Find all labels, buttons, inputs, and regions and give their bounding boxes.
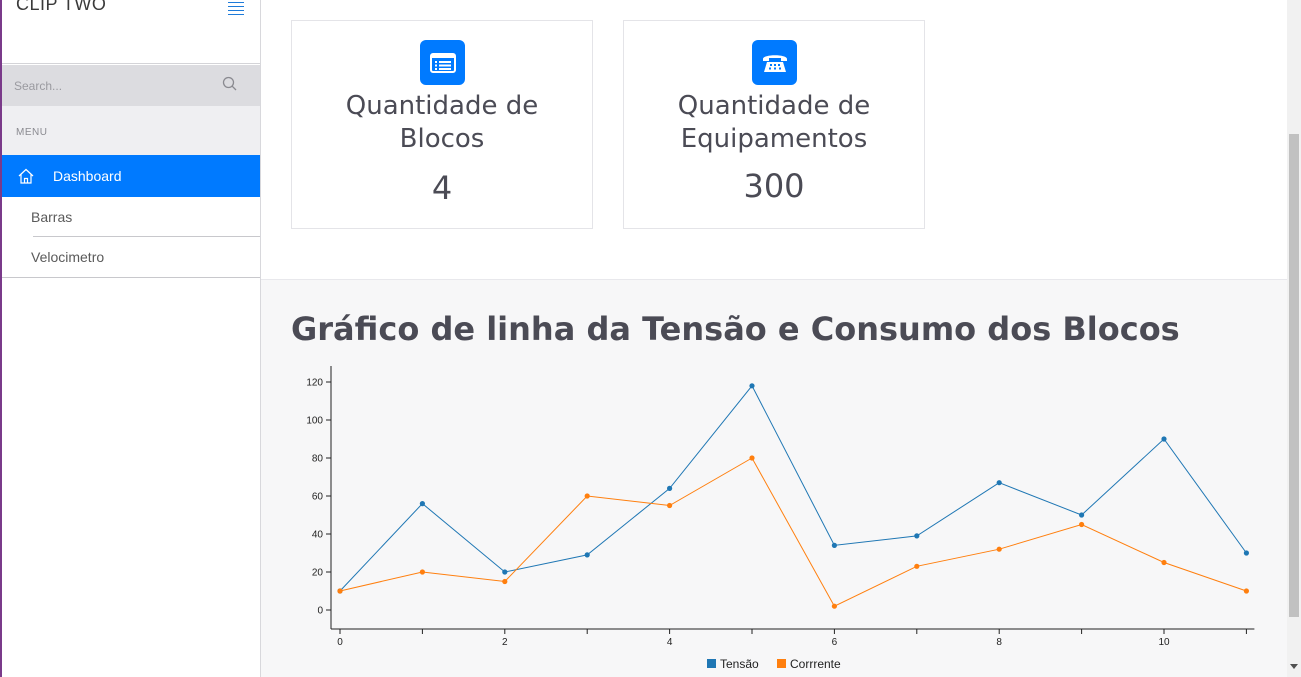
data-point bbox=[584, 552, 590, 558]
y-tick-label: 0 bbox=[317, 606, 323, 617]
card-title: Quantidade de Blocos bbox=[345, 91, 539, 154]
scrollbar[interactable] bbox=[1287, 0, 1301, 677]
legend-swatch bbox=[707, 659, 716, 668]
data-point bbox=[1079, 512, 1085, 518]
data-point bbox=[831, 603, 838, 609]
data-point bbox=[502, 578, 508, 585]
data-point bbox=[1161, 436, 1167, 442]
stat-card-blocos: Quantidade de Blocos 4 bbox=[291, 20, 593, 229]
x-tick-label: 0 bbox=[337, 637, 343, 648]
y-tick-label: 20 bbox=[312, 568, 324, 579]
data-point bbox=[831, 542, 838, 548]
data-point bbox=[502, 569, 508, 575]
data-point bbox=[1161, 559, 1167, 566]
card-title: Quantidade de Equipamentos bbox=[677, 91, 871, 154]
data-point bbox=[914, 563, 920, 569]
line-chart: 0 20 40 60 80 100 120 0 2 4 6 8 10 Tensão Corrrente bbox=[306, 366, 1255, 671]
search-input[interactable] bbox=[14, 76, 214, 96]
data-point bbox=[996, 480, 1002, 486]
legend-label: Tensão bbox=[720, 657, 759, 671]
sidebar-item-label: Dashboard bbox=[53, 168, 122, 184]
series-line-2 bbox=[339, 457, 1247, 607]
search-icon[interactable] bbox=[221, 75, 239, 93]
data-point bbox=[1243, 550, 1249, 556]
telephone-icon bbox=[752, 40, 797, 85]
brand-area: CLIP TWO bbox=[2, 0, 261, 64]
data-point bbox=[749, 455, 755, 461]
x-tick-label: 10 bbox=[1158, 637, 1170, 648]
data-point bbox=[749, 383, 755, 389]
x-tick-label: 6 bbox=[832, 637, 838, 648]
stat-card-equipamentos: Quantidade de Equipamentos 300 bbox=[623, 20, 925, 229]
sidebar-item-label: Velocimetro bbox=[31, 249, 105, 265]
main-content: Quantidade de Blocos 4 Quantidade de Equ… bbox=[261, 0, 1287, 677]
x-tick-label: 4 bbox=[667, 637, 673, 648]
sidebar: CLIP TWO MENU Dashboard Barras bbox=[0, 0, 261, 677]
legend-swatch bbox=[777, 659, 786, 668]
data-point bbox=[584, 493, 590, 499]
y-tick-label: 60 bbox=[312, 492, 324, 503]
sidebar-item-dashboard[interactable]: Dashboard bbox=[2, 155, 261, 197]
y-tick-label: 100 bbox=[306, 416, 323, 427]
y-tick-label: 80 bbox=[312, 454, 324, 465]
data-point bbox=[996, 546, 1002, 552]
data-point bbox=[419, 569, 425, 575]
data-point bbox=[1243, 588, 1249, 594]
data-point bbox=[667, 502, 673, 509]
x-tick-label: 8 bbox=[996, 637, 1002, 648]
sidebar-item-barras[interactable]: Barras bbox=[2, 197, 261, 237]
home-icon bbox=[18, 168, 34, 184]
menu-heading: MENU bbox=[16, 127, 48, 138]
card-value: 4 bbox=[431, 169, 453, 207]
chart-section: Gráfico de linha da Tensão e Consumo dos… bbox=[261, 279, 1287, 677]
card-value: 300 bbox=[743, 167, 805, 205]
app-window: CLIP TWO MENU Dashboard Barras bbox=[0, 0, 1301, 677]
series-line-1 bbox=[339, 384, 1247, 592]
scrollbar-thumb[interactable] bbox=[1289, 134, 1299, 617]
data-point bbox=[337, 588, 343, 594]
list-window-icon bbox=[420, 40, 465, 85]
data-point bbox=[914, 533, 920, 539]
hamburger-menu-icon[interactable] bbox=[228, 2, 246, 16]
data-point bbox=[1079, 521, 1085, 528]
brand-logo: CLIP TWO bbox=[16, 0, 107, 14]
x-tick-label: 2 bbox=[502, 637, 508, 648]
sidebar-item-velocimetro[interactable]: Velocimetro bbox=[2, 237, 261, 277]
data-point bbox=[667, 485, 673, 491]
scroll-down-arrow-icon[interactable] bbox=[1290, 664, 1298, 669]
data-point bbox=[419, 501, 425, 507]
sidebar-item-label: Barras bbox=[31, 209, 73, 225]
y-tick-label: 120 bbox=[306, 378, 323, 389]
y-tick-label: 40 bbox=[312, 530, 324, 541]
legend-label: Corrrente bbox=[790, 657, 841, 671]
